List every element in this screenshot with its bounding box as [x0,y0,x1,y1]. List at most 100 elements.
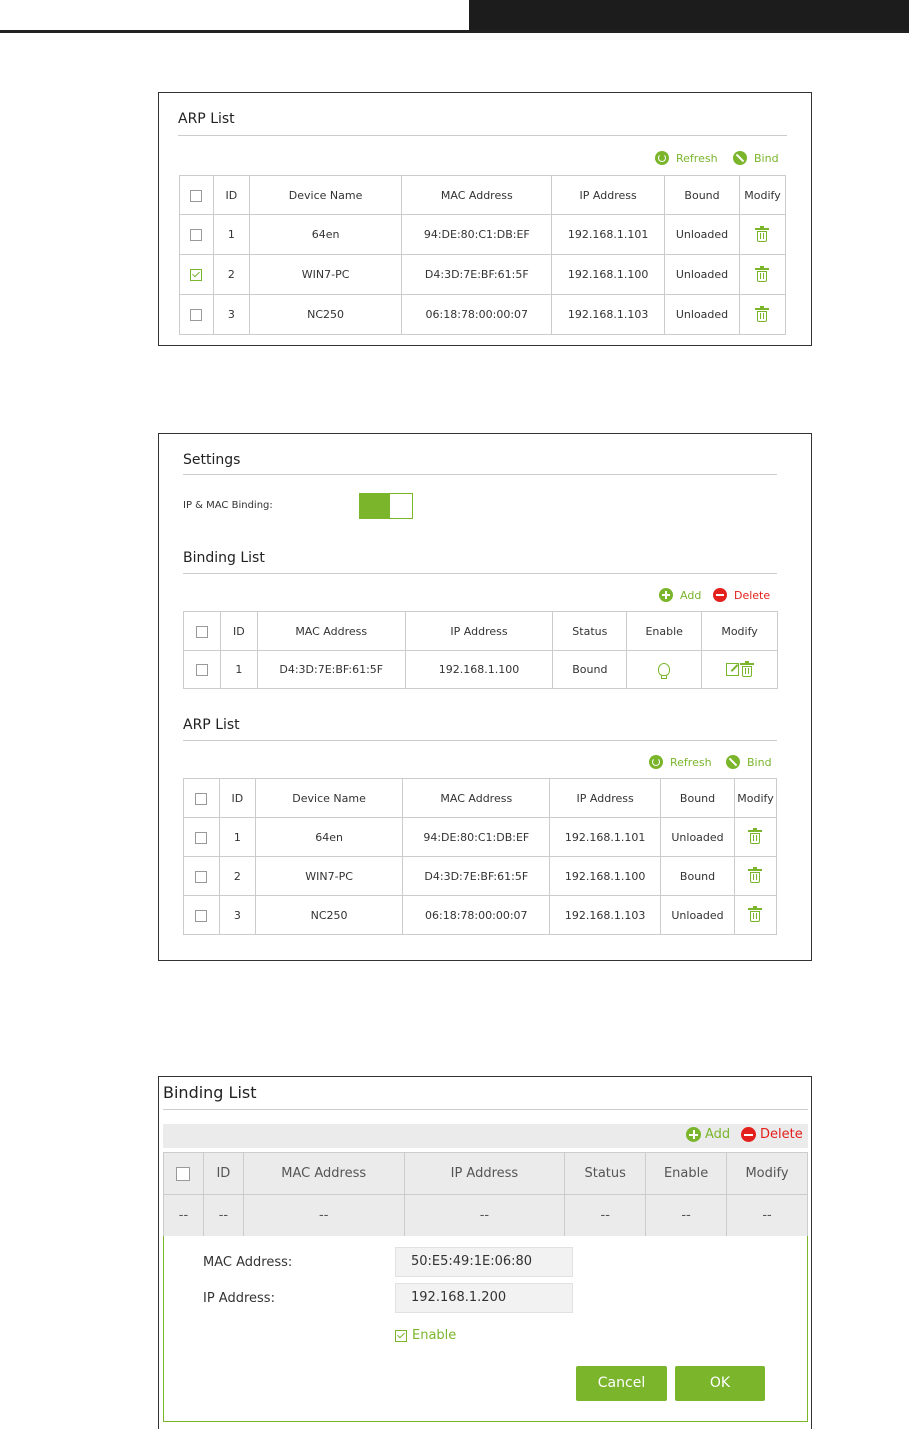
mac-address-input[interactable]: 50:E5:49:1E:06:80 [395,1247,573,1277]
cancel-button[interactable]: Cancel [576,1366,667,1401]
row-checkbox[interactable] [183,895,220,935]
column-header: Bound [660,778,735,818]
table-row: 2 WIN7-PC D4:3D:7E:BF:61:5F 192.168.1.10… [183,856,778,896]
row-checkbox[interactable] [179,254,214,295]
ip-address: 192.168.1.101 [549,817,662,857]
mac-address: 94:DE:80:C1:DB:EF [402,817,551,857]
delete-icon[interactable] [738,214,787,255]
row-id: 2 [212,254,250,295]
row-id: 1 [212,214,250,255]
divider [178,135,787,136]
row-checkbox[interactable] [183,856,220,896]
table-row: 1 D4:3D:7E:BF:61:5F 192.168.1.100 Bound [183,650,778,689]
ip-address-input[interactable]: 192.168.1.200 [395,1283,573,1313]
delete-icon[interactable] [733,856,778,896]
refresh-icon [655,151,669,165]
column-header: IP Address [549,778,662,818]
settings-title: Settings [183,452,241,468]
mac-address: 94:DE:80:C1:DB:EF [401,214,553,255]
mac-address: 06:18:78:00:00:07 [401,294,553,335]
row-checkbox[interactable] [183,650,221,689]
mac-address-label: MAC Address: [203,1255,293,1270]
add-button[interactable]: Add [686,1127,730,1142]
arp-table: ID Device Name MAC Address IP Address Bo… [183,778,778,935]
section-title: ARP List [178,111,235,127]
binding-list-add-panel: Binding List Add Delete ID MAC Address I… [158,1076,812,1429]
device-name: 64en [248,214,403,255]
ipmac-binding-toggle[interactable] [359,493,413,519]
empty-cell: -- [726,1194,808,1237]
table-row: -- -- -- -- -- -- -- [163,1194,808,1237]
header-bar [469,0,909,31]
empty-cell: -- [645,1194,728,1237]
enable-checkbox[interactable]: Enable [395,1328,456,1343]
bind-icon [726,755,740,769]
column-header: MAC Address [401,175,553,215]
mac-address: 06:18:78:00:00:07 [402,895,551,935]
table-row: 3 NC250 06:18:78:00:00:07 192.168.1.103 … [183,895,778,935]
divider [183,740,777,741]
column-header: Modify [733,778,778,818]
column-header: Bound [664,175,740,215]
column-header: IP Address [404,611,554,651]
select-all-checkbox[interactable] [183,611,221,651]
delete-icon[interactable] [740,660,755,677]
delete-button[interactable]: Delete [713,588,770,602]
table-row: 2 WIN7-PC D4:3D:7E:BF:61:5F 192.168.1.10… [179,254,787,295]
delete-circle-icon [713,588,727,602]
empty-cell: -- [163,1194,204,1237]
refresh-button[interactable]: Refresh [655,151,718,165]
add-icon [659,588,673,602]
row-id: 3 [218,895,256,935]
row-checkbox[interactable] [179,294,214,335]
column-header: IP Address [403,1152,566,1195]
bound-status: Unloaded [664,294,740,335]
modify-cell [701,650,778,689]
column-header: Modify [701,611,778,651]
add-icon [686,1127,701,1142]
row-checkbox[interactable] [179,214,214,255]
delete-icon[interactable] [733,895,778,935]
refresh-icon [649,755,663,769]
bound-status: Unloaded [664,254,740,295]
ok-button[interactable]: OK [675,1366,765,1401]
column-header: Device Name [248,175,403,215]
device-name: 64en [254,817,404,857]
empty-cell: -- [564,1194,647,1237]
ip-address: 192.168.1.100 [551,254,666,295]
empty-cell: -- [242,1194,405,1237]
delete-icon[interactable] [738,254,787,295]
delete-icon[interactable] [733,817,778,857]
binding-table: ID MAC Address IP Address Status Enable … [163,1152,808,1237]
table-row: 1 64en 94:DE:80:C1:DB:EF 192.168.1.101 U… [183,817,778,857]
column-header: Status [552,611,628,651]
empty-cell: -- [403,1194,566,1237]
enable-bulb-icon[interactable] [626,650,703,689]
bind-button[interactable]: Bind [726,755,772,769]
column-header: Modify [726,1152,808,1195]
row-id: 3 [212,294,250,335]
bind-button[interactable]: Bind [733,151,779,165]
device-name: NC250 [254,895,404,935]
select-all-checkbox[interactable] [179,175,214,215]
column-header: MAC Address [242,1152,405,1195]
bound-status: Bound [660,856,735,896]
delete-icon[interactable] [738,294,787,335]
arp-table: ID Device Name MAC Address IP Address Bo… [179,175,787,335]
refresh-button[interactable]: Refresh [649,755,712,769]
column-header: ID [218,778,256,818]
column-header: Modify [738,175,787,215]
edit-icon[interactable] [726,663,740,676]
add-button[interactable]: Add [659,588,701,602]
table-row: 3 NC250 06:18:78:00:00:07 192.168.1.103 … [179,294,787,335]
select-all-checkbox[interactable] [183,778,220,818]
device-name: WIN7-PC [248,254,403,295]
row-id: 2 [218,856,256,896]
select-all-checkbox[interactable] [163,1152,204,1195]
column-header: ID [219,611,258,651]
row-checkbox[interactable] [183,817,220,857]
delete-button[interactable]: Delete [741,1127,803,1142]
column-header: Enable [626,611,703,651]
row-id: 1 [219,650,258,689]
header-rule [0,30,909,33]
